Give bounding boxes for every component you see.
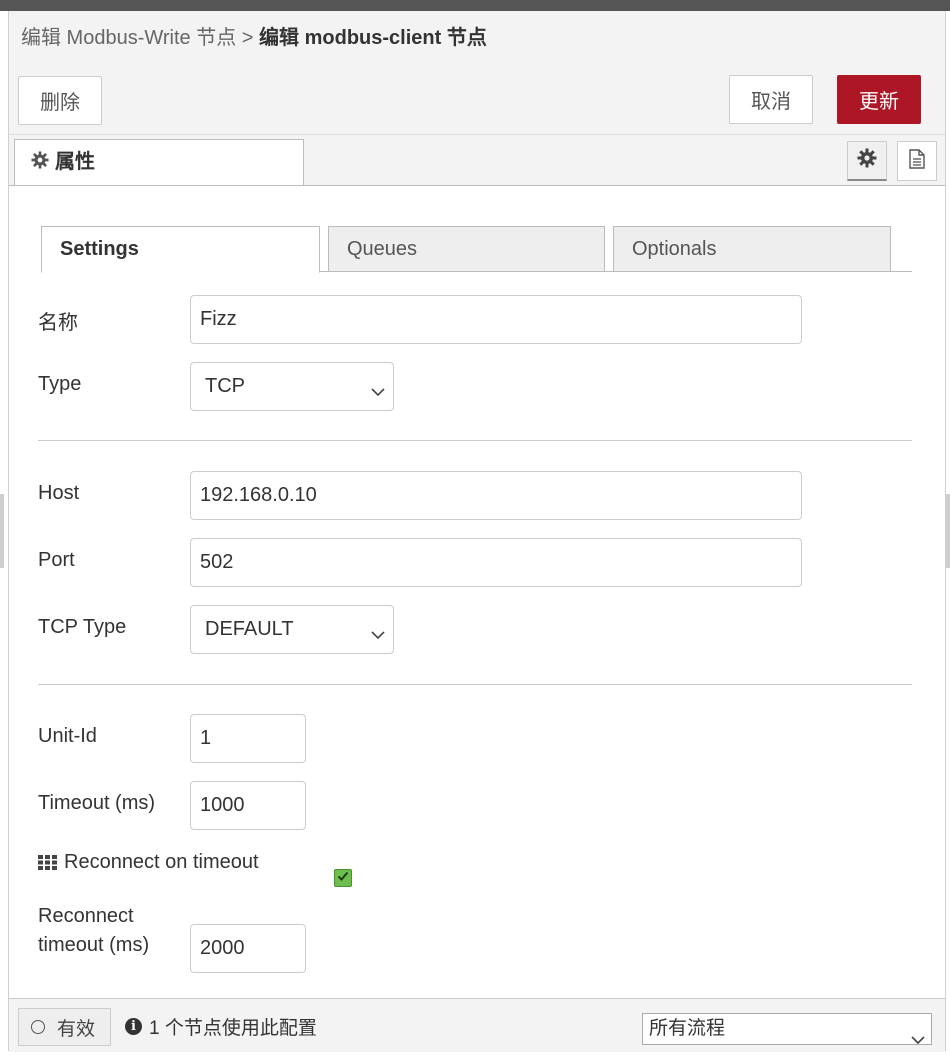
- right-resize-handle[interactable]: [946, 494, 950, 568]
- timeout-input[interactable]: [190, 781, 306, 830]
- dialog-content: Settings Queues Optionals 名称 Type TCP Ho…: [9, 186, 945, 998]
- edit-dialog: 编辑 Modbus-Write 节点 > 编辑 modbus-client 节点…: [8, 11, 946, 1052]
- left-resize-handle[interactable]: [0, 494, 4, 568]
- subtab-queues[interactable]: Queues: [328, 226, 605, 272]
- reconnect-on-timeout-checkbox[interactable]: [334, 869, 352, 887]
- port-input[interactable]: [190, 538, 802, 587]
- usage-info: i 1 个节点使用此配置: [125, 1013, 317, 1040]
- reconnect-on-timeout-text: Reconnect on timeout: [64, 851, 259, 873]
- type-label: Type: [38, 373, 82, 395]
- checkmark-icon: [337, 869, 349, 887]
- host-label: Host: [38, 482, 80, 504]
- type-select[interactable]: TCP: [190, 362, 394, 411]
- name-input[interactable]: [190, 295, 802, 344]
- host-input[interactable]: [190, 471, 802, 520]
- tcp-type-select[interactable]: DEFAULT: [190, 605, 394, 654]
- type-select-value: TCP: [205, 375, 245, 397]
- flow-scope-select[interactable]: 所有流程: [642, 1013, 932, 1045]
- enable-toggle-button[interactable]: 有效: [18, 1008, 111, 1046]
- reconnect-on-timeout-label: Reconnect on timeout: [38, 851, 259, 874]
- tab-bar: 属性: [9, 135, 945, 186]
- section-divider: [38, 440, 912, 441]
- subtab-underline: [320, 271, 912, 272]
- info-icon: i: [125, 1018, 142, 1035]
- dialog-footer: 有效 i 1 个节点使用此配置 所有流程: [9, 998, 945, 1052]
- gear-icon: [857, 148, 877, 173]
- reconnect-timeout-label-line2: timeout (ms): [38, 934, 150, 956]
- chevron-down-icon: [371, 623, 385, 646]
- tcp-type-label: TCP Type: [38, 616, 127, 638]
- breadcrumb-previous[interactable]: 编辑 Modbus-Write 节点: [21, 27, 236, 49]
- unit-id-label: Unit-Id: [38, 725, 97, 747]
- circle-icon: [31, 1020, 45, 1034]
- gear-icon: [31, 141, 49, 185]
- enable-label: 有效: [57, 1018, 96, 1040]
- timeout-label: Timeout (ms): [38, 792, 156, 814]
- flow-scope-value: 所有流程: [649, 1018, 726, 1039]
- breadcrumb: 编辑 Modbus-Write 节点 > 编辑 modbus-client 节点: [21, 11, 487, 65]
- breadcrumb-current: 编辑 modbus-client 节点: [259, 27, 487, 49]
- port-label: Port: [38, 549, 75, 571]
- tab-properties-label: 属性: [55, 151, 95, 173]
- breadcrumb-separator: >: [241, 27, 254, 49]
- name-label: 名称: [38, 312, 78, 334]
- grid-icon: [38, 855, 58, 870]
- update-button[interactable]: 更新: [837, 75, 921, 124]
- tab-properties[interactable]: 属性: [14, 139, 304, 185]
- section-divider: [38, 684, 912, 685]
- delete-button[interactable]: 删除: [18, 76, 102, 125]
- subtab-optionals[interactable]: Optionals: [613, 226, 891, 272]
- cancel-button[interactable]: 取消: [729, 75, 813, 124]
- usage-text: 1 个节点使用此配置: [149, 1018, 317, 1039]
- unit-id-input[interactable]: [190, 714, 306, 763]
- reconnect-timeout-input[interactable]: [190, 924, 306, 973]
- node-description-button[interactable]: [897, 141, 937, 181]
- subtab-settings[interactable]: Settings: [41, 226, 320, 273]
- window-top-bar: [0, 0, 950, 11]
- chevron-down-icon: [371, 380, 385, 403]
- reconnect-timeout-label-line1: Reconnect: [38, 905, 134, 927]
- dialog-toolbar: 删除 取消 更新: [9, 65, 945, 135]
- tcp-type-select-value: DEFAULT: [205, 618, 294, 640]
- document-icon: [908, 148, 926, 174]
- node-settings-button[interactable]: [847, 141, 887, 181]
- dialog-header: 编辑 Modbus-Write 节点 > 编辑 modbus-client 节点: [9, 11, 945, 66]
